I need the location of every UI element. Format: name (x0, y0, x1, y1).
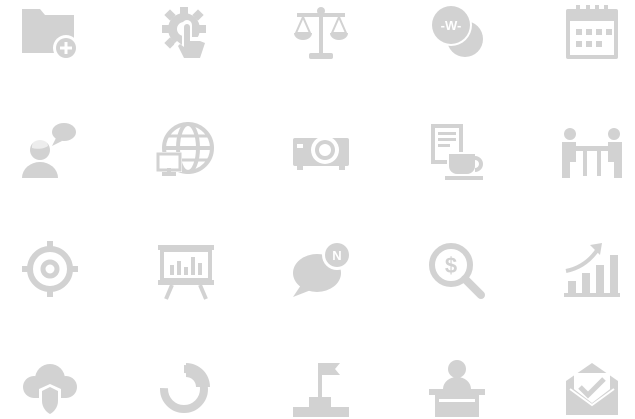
presentation-board-icon[interactable] (156, 241, 216, 301)
icon-grid: -W- N $ (0, 0, 635, 419)
cloud-security-icon[interactable] (20, 359, 80, 419)
growth-chart-icon[interactable] (562, 241, 622, 301)
target-icon[interactable] (20, 241, 80, 301)
donut-chart-icon[interactable] (156, 359, 216, 419)
won-coins-icon[interactable]: -W- (427, 3, 487, 63)
flag-goal-icon[interactable] (291, 359, 351, 419)
email-check-icon[interactable] (562, 359, 622, 419)
justice-scale-icon[interactable] (291, 3, 351, 63)
won-symbol: -W- (441, 18, 462, 33)
meeting-icon[interactable] (562, 122, 622, 182)
coffee-document-icon[interactable] (427, 122, 487, 182)
dollar-search-icon[interactable]: $ (427, 241, 487, 301)
notification-chat-icon[interactable]: N (291, 240, 352, 301)
calendar-icon[interactable] (562, 3, 622, 63)
speaker-podium-icon[interactable] (427, 359, 487, 419)
dollar-symbol: $ (445, 253, 457, 278)
user-chat-icon[interactable] (20, 122, 80, 182)
folder-add-icon[interactable] (20, 3, 80, 63)
projector-icon[interactable] (291, 122, 351, 182)
notification-letter: N (332, 248, 341, 263)
global-network-icon[interactable] (156, 122, 216, 182)
settings-touch-icon[interactable] (156, 3, 216, 63)
